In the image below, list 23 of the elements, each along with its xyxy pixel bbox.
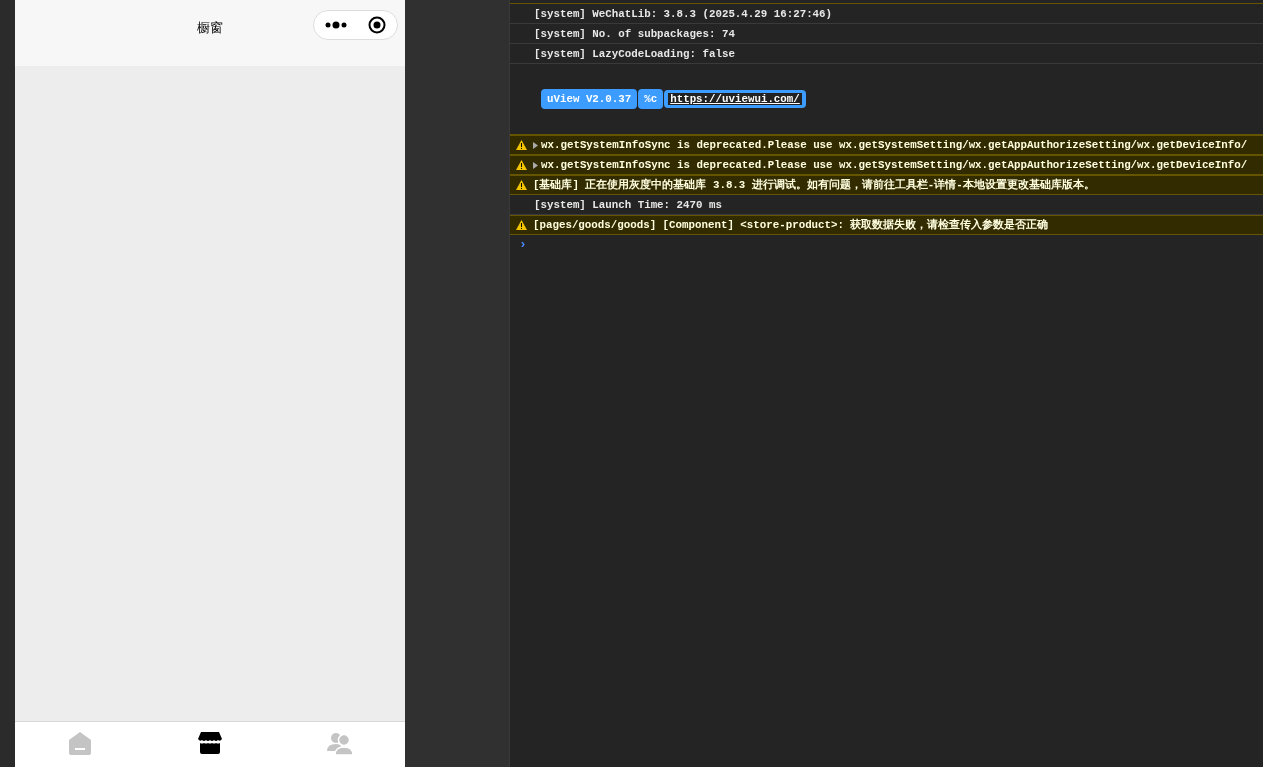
- warning-message: wx.getSystemInfoSync is deprecated.Please use wx.getSystemSetting/wx.getAppAuthorizeSetting/wx.getDeviceInfo/: [541, 139, 1248, 151]
- url-link[interactable]: https://uviewui.com/: [668, 92, 802, 105]
- expand-caret-icon[interactable]: [533, 141, 538, 149]
- warning-icon: [516, 180, 527, 190]
- prompt-caret[interactable]: ›: [519, 237, 527, 252]
- expand-caret-icon[interactable]: [533, 161, 538, 169]
- log-message: [system] LazyCodeLoading: false: [534, 47, 735, 60]
- page-title: 橱窗: [197, 19, 223, 36]
- store-icon[interactable]: [198, 731, 222, 754]
- warning-message: [基础库] 正在使用灰度中的基础库 3.8.3 进行调试。如有问题，请前往工具栏-详情-本地设置更改基础库版本。: [533, 178, 1095, 192]
- styled-log-label: uView V2.0.37: [541, 88, 638, 109]
- log-message: [system] WeChatLib: 3.8.3 (2025.4.29 16:27:46): [534, 7, 833, 20]
- warning-message: wx.getSystemInfoSync is deprecated.Please use wx.getSystemSetting/wx.getAppAuthorizeSetting/wx.getDeviceInfo/: [541, 159, 1248, 171]
- warning-icon: [516, 140, 527, 150]
- close-icon[interactable]: [368, 16, 387, 34]
- more-icon[interactable]: [324, 21, 347, 29]
- log-message: [system] Launch Time: 2470 ms: [534, 198, 722, 211]
- warning-icon: [516, 160, 527, 170]
- styled-log-label: %c: [638, 88, 664, 109]
- capsule-button[interactable]: [313, 10, 398, 40]
- log-message: [system] No. of subpackages: 74: [534, 27, 735, 40]
- warning-message: [pages/goods/goods] [Component] <store-product>: 获取数据失败，请检查传入参数是否正确: [533, 218, 1049, 232]
- warning-icon: [516, 220, 527, 230]
